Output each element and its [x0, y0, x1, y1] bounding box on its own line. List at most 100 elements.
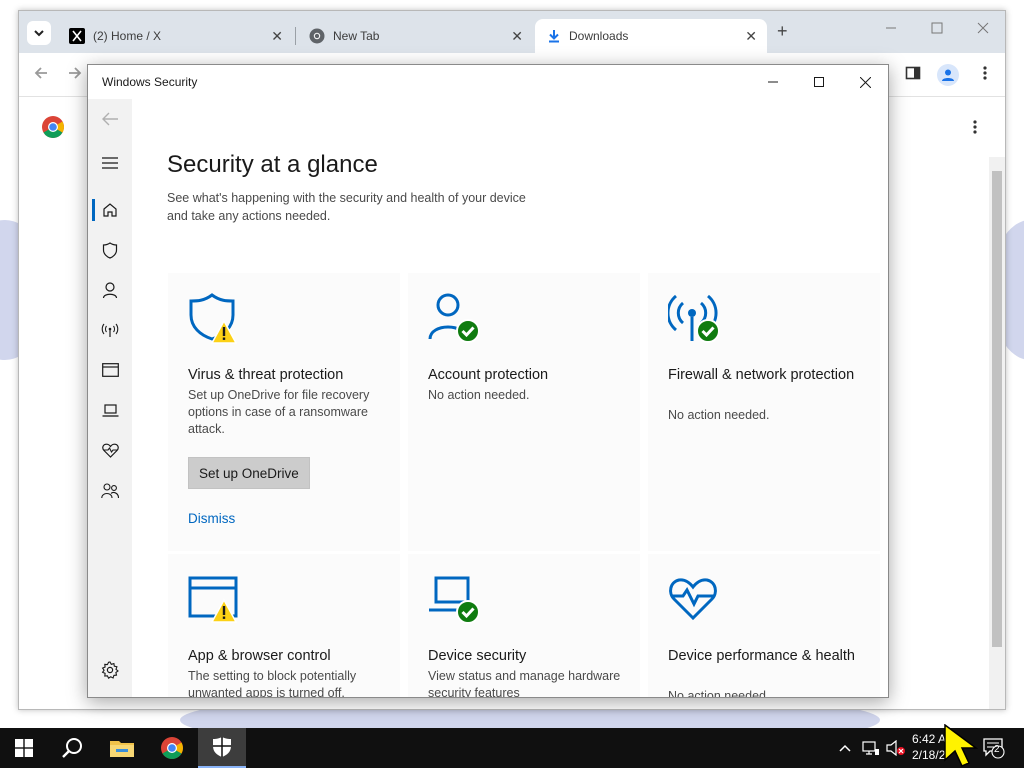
- chrome-icon: [161, 737, 183, 759]
- nav-app-browser-control[interactable]: [98, 358, 122, 382]
- shield-warning-icon: [189, 293, 238, 344]
- tab-title: New Tab: [333, 29, 380, 43]
- browser-window-icon: [101, 363, 119, 377]
- card-app-browser-control[interactable]: App & browser control The setting to blo…: [168, 554, 400, 697]
- close-button[interactable]: [842, 65, 888, 99]
- back-arrow-icon[interactable]: [33, 65, 49, 86]
- card-device-performance-health[interactable]: Device performance & health No action ne…: [648, 554, 880, 698]
- mouse-cursor-icon: [944, 723, 986, 768]
- volume-button[interactable]: [886, 728, 906, 768]
- network-status-button[interactable]: [862, 728, 880, 768]
- profile-avatar-icon[interactable]: [937, 64, 959, 86]
- back-button[interactable]: [98, 107, 122, 131]
- navigation-sidebar: [88, 99, 132, 697]
- back-arrow-icon: [102, 112, 118, 126]
- nav-account-protection[interactable]: [98, 278, 122, 302]
- minimize-button[interactable]: [750, 65, 796, 99]
- card-title: Account protection: [428, 367, 549, 383]
- close-tab-icon[interactable]: ✕: [745, 28, 757, 45]
- maximize-button[interactable]: [796, 65, 842, 99]
- settings-button[interactable]: [98, 658, 122, 682]
- laptop-icon: [102, 403, 118, 417]
- download-icon: [549, 30, 559, 43]
- page-menu-icon[interactable]: [967, 119, 983, 140]
- chrome-taskbar-button[interactable]: [148, 728, 196, 768]
- start-button[interactable]: [0, 728, 48, 768]
- shield-icon: [102, 241, 118, 259]
- windows-security-taskbar-button[interactable]: [198, 728, 246, 768]
- heart-pulse-icon: [669, 578, 717, 621]
- card-title: Device performance & health: [668, 648, 855, 664]
- browser-menu-icon[interactable]: [977, 65, 993, 86]
- maximize-icon[interactable]: [931, 21, 943, 37]
- security-content: Security at a glance See what's happenin…: [132, 99, 888, 698]
- close-window-icon[interactable]: [977, 21, 989, 37]
- nav-device-security[interactable]: [98, 398, 122, 422]
- card-virus-threat-protection[interactable]: Virus & threat protection Set up OneDriv…: [168, 273, 400, 551]
- scrollbar-thumb[interactable]: [992, 171, 1002, 647]
- family-icon: [101, 483, 119, 499]
- taskbar: 6:42 AM 2/18/2 2: [0, 728, 1024, 768]
- windows-logo-icon: [15, 739, 33, 757]
- nav-family-options[interactable]: [98, 479, 122, 503]
- gear-icon: [101, 661, 119, 679]
- window-titlebar[interactable]: Windows Security: [88, 65, 888, 99]
- tab-title: (2) Home / X: [93, 29, 162, 43]
- close-tab-icon[interactable]: ✕: [271, 28, 283, 45]
- shield-icon: [213, 737, 231, 757]
- account-check-icon: [428, 293, 480, 343]
- tab-home-x[interactable]: (2) Home / X ✕: [57, 19, 293, 53]
- show-hidden-icons-button[interactable]: [838, 728, 852, 768]
- card-account-protection[interactable]: Account protection No action needed.: [408, 273, 640, 551]
- search-icon: [62, 738, 82, 758]
- page-subtitle: See what's happening with the security a…: [167, 191, 526, 223]
- page-scrollbar[interactable]: [989, 157, 1005, 709]
- hamburger-icon: [102, 157, 118, 169]
- network-check-icon: [668, 294, 720, 343]
- card-description: Set up OneDrive for file recovery option…: [188, 388, 370, 436]
- card-title: Firewall & network protection: [668, 367, 855, 383]
- side-panel-icon[interactable]: [905, 65, 921, 86]
- person-icon: [102, 281, 118, 298]
- new-tab-button[interactable]: +: [777, 21, 788, 42]
- tab-search-button[interactable]: [27, 21, 51, 45]
- minimize-icon: [768, 81, 778, 83]
- windows-security-window: Windows Security Security at a glance Se…: [87, 64, 889, 698]
- close-icon: [859, 76, 871, 88]
- file-explorer-button[interactable]: [98, 728, 146, 768]
- card-description: No action needed.: [668, 408, 770, 422]
- browser-warning-icon: [188, 576, 238, 623]
- folder-icon: [110, 741, 134, 757]
- card-firewall-network[interactable]: Firewall & network protection No action …: [648, 273, 880, 551]
- chrome-icon: [309, 28, 325, 44]
- card-title: Virus & threat protection: [188, 367, 344, 383]
- nav-device-performance[interactable]: [98, 438, 122, 462]
- tab-strip: (2) Home / X ✕ New Tab ✕ Downloads ✕ +: [19, 11, 1005, 53]
- tab-downloads[interactable]: Downloads ✕: [535, 19, 767, 53]
- card-description: No action needed.: [668, 689, 770, 698]
- minimize-icon[interactable]: [885, 21, 897, 37]
- forward-arrow-icon[interactable]: [67, 65, 83, 86]
- notification-count-badge: 2: [994, 744, 1000, 755]
- network-icon: [862, 741, 879, 755]
- tab-new-tab[interactable]: New Tab ✕: [297, 19, 533, 53]
- card-device-security[interactable]: Device security View status and manage h…: [408, 554, 640, 697]
- tab-title: Downloads: [569, 29, 629, 43]
- close-tab-icon[interactable]: ✕: [511, 28, 523, 45]
- laptop-check-icon: [429, 576, 480, 624]
- nav-home[interactable]: [98, 198, 122, 222]
- dismiss-link[interactable]: Dismiss: [188, 511, 235, 526]
- nav-firewall[interactable]: [98, 318, 122, 342]
- window-title: Windows Security: [102, 75, 198, 89]
- wireless-network-icon: [101, 323, 119, 337]
- chevron-up-icon: [839, 744, 851, 752]
- volume-muted-icon: [886, 740, 905, 756]
- home-icon: [103, 203, 117, 217]
- hamburger-menu-button[interactable]: [98, 151, 122, 175]
- maximize-icon: [814, 77, 824, 87]
- search-button[interactable]: [48, 728, 96, 768]
- page-title: Security at a glance: [167, 151, 378, 178]
- nav-virus-protection[interactable]: [98, 238, 122, 262]
- setup-onedrive-button[interactable]: Set up OneDrive: [188, 457, 310, 489]
- chrome-logo-icon: [41, 115, 65, 139]
